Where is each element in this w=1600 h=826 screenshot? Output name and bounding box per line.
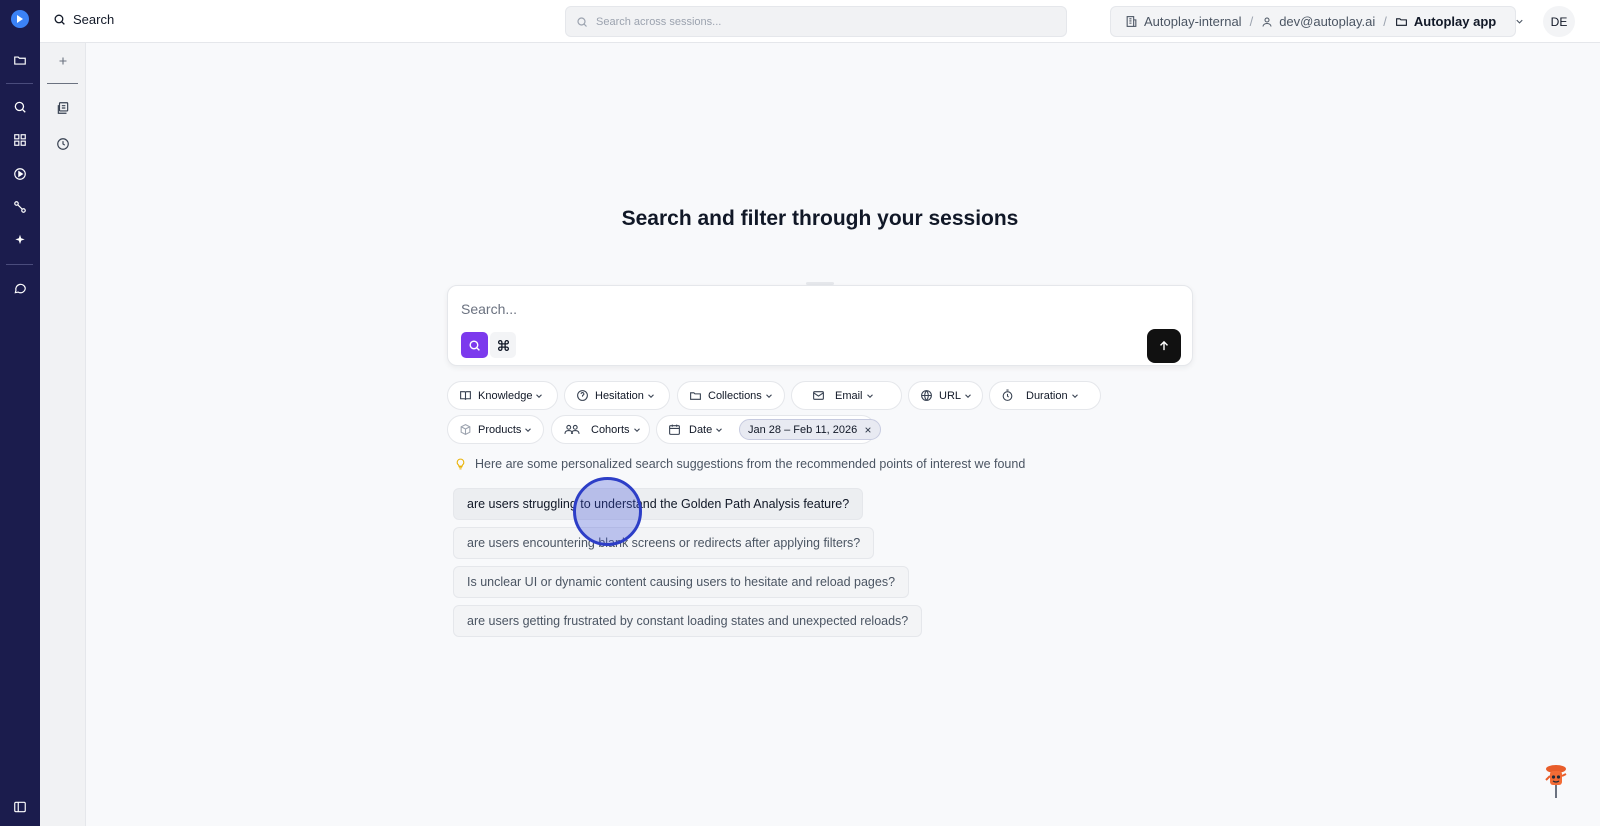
building-icon <box>1125 15 1138 28</box>
chevron-down-icon <box>1070 391 1080 401</box>
path-icon[interactable] <box>10 197 30 217</box>
secondary-sidebar <box>40 43 86 826</box>
search-icon <box>468 339 481 352</box>
rail-divider <box>6 264 33 265</box>
global-search-placeholder: Search across sessions... <box>596 15 722 28</box>
chevron-down-icon <box>646 391 656 401</box>
workspace-breadcrumb[interactable]: Autoplay-internal / dev@autoplay.ai / Au… <box>1110 6 1523 37</box>
history-icon[interactable] <box>53 134 73 154</box>
filter-url-label: URL <box>939 389 962 402</box>
global-search-input[interactable]: Search across sessions... <box>565 6 1067 37</box>
chevron-down-icon <box>632 425 642 435</box>
filter-date-label: Date <box>689 423 713 436</box>
suggestion-item[interactable]: are users getting frustrated by constant… <box>453 605 923 637</box>
folder-icon[interactable] <box>10 50 30 70</box>
top-bar: Search Search across sessions... Autopla… <box>40 0 1600 43</box>
breadcrumb-separator: / <box>1249 14 1254 29</box>
suggestions-hint-text: Here are some personalized search sugges… <box>475 457 1026 471</box>
users-icon <box>563 423 581 436</box>
chevron-down-icon <box>865 391 875 401</box>
filter-collections-label: Collections <box>708 389 762 402</box>
page-headline: Search and filter through your sessions <box>621 207 1019 230</box>
book-icon <box>459 389 472 402</box>
filter-duration-label: Duration <box>1026 389 1068 402</box>
autoplay-logo[interactable] <box>11 10 29 28</box>
filter-products-label: Products <box>478 423 522 436</box>
filter-hesitation[interactable]: Hesitation <box>564 381 670 410</box>
chevron-down-icon <box>714 425 724 435</box>
lightbulb-icon <box>454 457 467 471</box>
left-rail <box>0 0 40 826</box>
box-icon <box>459 423 472 436</box>
chat-icon[interactable] <box>10 278 30 298</box>
saved-searches-icon[interactable] <box>53 98 73 118</box>
filter-cohorts[interactable]: Cohorts <box>551 415 650 444</box>
filter-url[interactable]: URL <box>908 381 983 410</box>
session-search-box[interactable]: Search... <box>447 285 1193 366</box>
filter-products[interactable]: Products <box>447 415 544 444</box>
filter-hesitation-label: Hesitation <box>595 389 644 402</box>
filter-email-label: Email <box>835 389 863 402</box>
avatar[interactable]: DE <box>1543 6 1575 37</box>
timer-icon <box>1001 389 1014 402</box>
globe-icon <box>920 389 933 402</box>
suggestion-item[interactable]: are users encountering blank screens or … <box>453 527 875 559</box>
help-assistant-icon[interactable] <box>1542 762 1570 802</box>
chevron-down-icon <box>963 391 973 401</box>
plus-icon[interactable] <box>53 51 73 71</box>
search-icon <box>53 13 66 26</box>
date-range-value: Jan 28 – Feb 11, 2026 <box>748 423 858 436</box>
close-icon[interactable] <box>864 426 872 434</box>
suggestion-item[interactable]: are users struggling to understand the G… <box>453 488 864 520</box>
breadcrumb-org[interactable]: Autoplay-internal <box>1144 14 1242 29</box>
folder-icon <box>1395 15 1408 28</box>
play-circle-icon[interactable] <box>10 164 30 184</box>
command-mode-button[interactable] <box>490 332 516 358</box>
sparkles-icon[interactable] <box>10 230 30 250</box>
chevron-down-icon <box>764 391 774 401</box>
dashboard-icon[interactable] <box>10 130 30 150</box>
breadcrumb-user[interactable]: dev@autoplay.ai <box>1279 14 1375 29</box>
folder-icon <box>689 389 702 402</box>
submit-search-button[interactable] <box>1147 329 1181 363</box>
command-icon <box>497 339 510 352</box>
rail-divider <box>6 83 33 84</box>
filter-knowledge-label: Knowledge <box>478 389 533 402</box>
page-title: Search <box>53 12 114 27</box>
filter-email[interactable]: Email <box>791 381 902 410</box>
filter-knowledge[interactable]: Knowledge <box>447 381 558 410</box>
date-range-pill[interactable]: Jan 28 – Feb 11, 2026 <box>739 419 882 440</box>
sidebar-toggle-icon[interactable] <box>10 797 30 817</box>
sidebar-divider <box>47 83 78 84</box>
search-icon[interactable] <box>10 97 30 117</box>
mail-icon <box>812 389 825 402</box>
user-icon <box>1261 16 1273 28</box>
help-circle-icon <box>576 389 589 402</box>
chevron-down-icon <box>523 425 533 435</box>
filter-duration[interactable]: Duration <box>989 381 1101 410</box>
suggestion-item[interactable]: Is unclear UI or dynamic content causing… <box>453 566 910 598</box>
search-mode-button[interactable] <box>461 332 488 358</box>
chevron-down-icon[interactable] <box>1514 16 1525 27</box>
filter-collections[interactable]: Collections <box>677 381 785 410</box>
session-search-input[interactable]: Search... <box>461 301 517 317</box>
search-icon <box>576 16 588 28</box>
page-title-label: Search <box>73 12 115 27</box>
breadcrumb-project[interactable]: Autoplay app <box>1414 14 1496 29</box>
suggestions-hint: Here are some personalized search sugges… <box>454 457 1025 471</box>
arrow-up-icon <box>1157 339 1171 353</box>
chevron-down-icon <box>534 391 544 401</box>
calendar-icon <box>668 423 681 436</box>
filter-cohorts-label: Cohorts <box>591 423 630 436</box>
breadcrumb-separator: / <box>1383 14 1387 29</box>
